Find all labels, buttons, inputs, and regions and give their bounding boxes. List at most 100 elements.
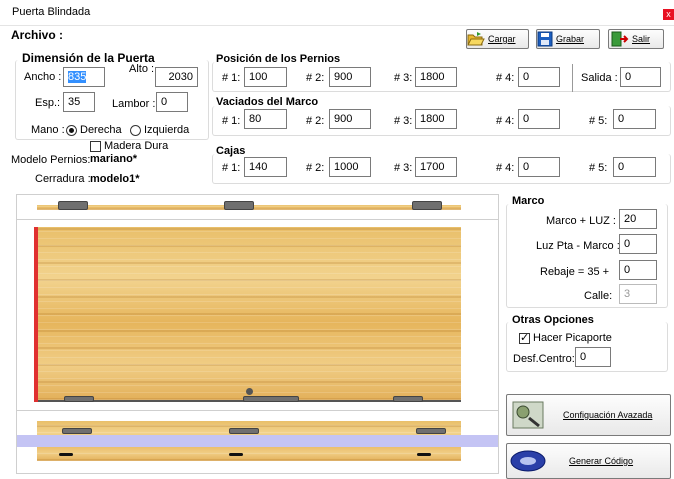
top-hinge-3: [412, 201, 442, 210]
esp-label: Esp.:: [35, 97, 61, 109]
salir-button[interactable]: Salir: [608, 29, 664, 49]
caja1-label: # 1:: [222, 162, 241, 174]
exit-door-icon: [611, 31, 629, 47]
alto-input[interactable]: 2030: [155, 67, 198, 87]
title-bar: Puerta Blindada x: [0, 0, 674, 26]
lambor-input[interactable]: 0: [156, 92, 188, 112]
calle-input: 3: [619, 284, 657, 304]
folder-open-icon: [467, 32, 485, 46]
pernio2-input[interactable]: 900: [329, 67, 371, 87]
calle-label: Calle:: [584, 290, 613, 302]
mano-label: Mano :: [31, 124, 65, 136]
grabar-button[interactable]: Grabar: [536, 29, 600, 49]
vaciado2-input[interactable]: 900: [329, 109, 371, 129]
close-icon[interactable]: x: [663, 9, 674, 20]
vaciado1-label: # 1:: [222, 115, 241, 127]
frame-hinge-1: [62, 428, 92, 434]
separator: [17, 219, 498, 220]
rebaje-input[interactable]: 0: [619, 260, 657, 280]
bottom-hinge-2: [243, 396, 299, 402]
pernio2-label: # 2:: [306, 72, 325, 84]
madera-dura-checkbox[interactable]: Madera Dura: [90, 140, 168, 152]
caja3-label: # 3:: [394, 162, 413, 174]
radio-on-icon: [66, 124, 77, 136]
pernio1-label: # 1:: [222, 72, 241, 84]
config-tools-icon: [512, 401, 544, 429]
caja3-input[interactable]: 1700: [415, 157, 457, 177]
ancho-label: Ancho :: [24, 71, 62, 83]
lambor-label: Lambor :: [112, 98, 156, 110]
lilac-band: [17, 435, 498, 447]
picaporte-checkbox[interactable]: Hacer Picaporte: [519, 331, 612, 344]
modelo-pernios-value: mariano*: [90, 153, 138, 165]
frame-hinge-3: [416, 428, 446, 434]
grabar-label: Grabar: [556, 34, 585, 44]
vaciado2-label: # 2:: [306, 115, 325, 127]
salida-label: Salida :: [581, 72, 618, 84]
config-label: Configuación Avazada: [563, 410, 653, 420]
door-edge-red: [34, 227, 38, 402]
ancho-input[interactable]: 835: [63, 67, 105, 87]
modelo-pernios-label: Modelo Pernios:: [11, 154, 91, 166]
generate-gear-icon: [510, 450, 546, 472]
pernio3-input[interactable]: 1800: [415, 67, 457, 87]
top-hinge-1: [58, 201, 88, 210]
save-disk-icon: [537, 31, 553, 47]
pernio4-label: # 4:: [496, 72, 515, 84]
radio-izquierda[interactable]: Izquierda: [130, 124, 189, 136]
vaciado4-label: # 4:: [496, 115, 515, 127]
menu-archivo[interactable]: Archivo :: [11, 28, 63, 42]
generar-codigo-button[interactable]: Generar Código: [506, 443, 671, 479]
bottom-hinge-3: [393, 396, 423, 402]
vaciado1-input[interactable]: 80: [244, 109, 287, 129]
frame-slot-2: [229, 453, 243, 456]
cargar-button[interactable]: Cargar: [466, 29, 529, 49]
cerradura-label: Cerradura :: [35, 173, 91, 185]
pernio1-input[interactable]: 100: [244, 67, 287, 87]
lock-dot: [246, 388, 253, 395]
checkbox-checked-icon: [519, 331, 530, 344]
caja5-label: # 5:: [589, 162, 608, 174]
vaciado3-input[interactable]: 1800: [415, 109, 457, 129]
caja2-input[interactable]: 1000: [329, 157, 371, 177]
caja2-label: # 2:: [306, 162, 325, 174]
caja5-input[interactable]: 0: [613, 157, 656, 177]
config-avanzada-button[interactable]: Configuación Avazada: [506, 394, 671, 436]
cargar-label: Cargar: [488, 34, 516, 44]
marco-luz-input[interactable]: 20: [619, 209, 657, 229]
frame-hinge-2: [229, 428, 259, 434]
door-preview-panel: [16, 194, 499, 474]
cerradura-value: modelo1*: [90, 173, 140, 185]
checkbox-icon: [90, 140, 101, 152]
alto-label: Alto :: [129, 63, 155, 75]
salida-input[interactable]: 0: [620, 67, 661, 87]
pernio3-label: # 3:: [394, 72, 413, 84]
window-title: Puerta Blindada: [12, 6, 91, 18]
marco-luz-label: Marco + LUZ :: [546, 215, 616, 227]
top-hinge-2: [224, 201, 254, 210]
salir-label: Salir: [632, 34, 651, 44]
desf-input[interactable]: 0: [575, 347, 611, 367]
caja4-input[interactable]: 0: [518, 157, 560, 177]
caja4-label: # 4:: [496, 162, 515, 174]
radio-derecha[interactable]: Derecha: [66, 124, 122, 136]
radio-off-icon: [130, 124, 141, 136]
bottom-hinge-1: [64, 396, 94, 402]
frame-slot-3: [417, 453, 431, 456]
frame-slot-1: [59, 453, 73, 456]
divider: [572, 64, 573, 92]
caja1-input[interactable]: 140: [244, 157, 287, 177]
rebaje-label: Rebaje = 35 +: [540, 266, 610, 278]
vaciado4-input[interactable]: 0: [518, 109, 560, 129]
vaciado3-label: # 3:: [394, 115, 413, 127]
pernio4-input[interactable]: 0: [518, 67, 560, 87]
vaciado5-input[interactable]: 0: [613, 109, 656, 129]
vaciado5-label: # 5:: [589, 115, 608, 127]
desf-label: Desf.Centro:: [513, 353, 575, 365]
generar-label: Generar Código: [569, 456, 634, 466]
luz-label: Luz Pta - Marco :: [536, 240, 620, 252]
separator-2: [17, 410, 498, 411]
door-leaf: [34, 227, 461, 402]
esp-input[interactable]: 35: [63, 92, 95, 112]
luz-input[interactable]: 0: [619, 234, 657, 254]
